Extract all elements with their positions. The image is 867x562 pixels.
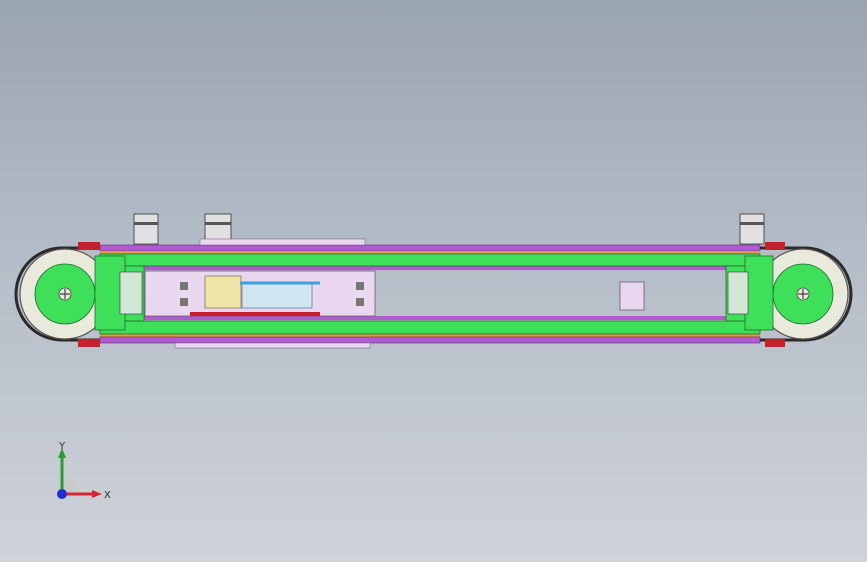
top-rail-purple	[99, 244, 761, 252]
mount-bolt-2	[180, 298, 188, 306]
mid-rail-purple-bottom	[140, 316, 740, 320]
lower-cover-plate	[174, 342, 371, 349]
upper-cover-plate	[199, 238, 366, 246]
end-cap-bottom-left	[78, 339, 100, 347]
frame-bottom-bar	[99, 320, 761, 335]
mount-bolt-4	[356, 298, 364, 306]
x-axis-arrow	[92, 490, 102, 498]
cad-viewport[interactable]: Y X	[0, 0, 867, 562]
z-axis-dot	[57, 489, 67, 499]
end-cap-top-left	[78, 242, 100, 250]
mount-bolt-3	[356, 282, 364, 290]
x-axis-label: X	[104, 490, 111, 501]
right-pulley-housing	[744, 255, 774, 331]
y-axis-label: Y	[58, 441, 66, 452]
top-bracket-1	[133, 213, 159, 245]
top-rail-orange	[100, 251, 760, 254]
coordinate-triad: Y X	[57, 441, 111, 501]
bottom-rail-purple	[99, 336, 761, 344]
mount-bolt-1	[180, 282, 188, 290]
mount-plate-right	[619, 281, 645, 311]
end-cap-bottom-right	[765, 339, 785, 347]
motor-block-cyan	[241, 281, 313, 309]
bottom-rail-orange	[100, 334, 760, 337]
conveyor-model[interactable]	[0, 0, 867, 562]
frame-top-bar	[99, 253, 761, 267]
right-tension-block	[727, 271, 749, 315]
motor-block-yellow	[204, 275, 242, 309]
left-tension-block	[119, 271, 143, 315]
shaft-clamp-red	[190, 312, 320, 316]
end-cap-top-right	[765, 242, 785, 250]
top-bracket-3	[739, 213, 765, 245]
mid-rail-purple-top	[140, 266, 740, 270]
